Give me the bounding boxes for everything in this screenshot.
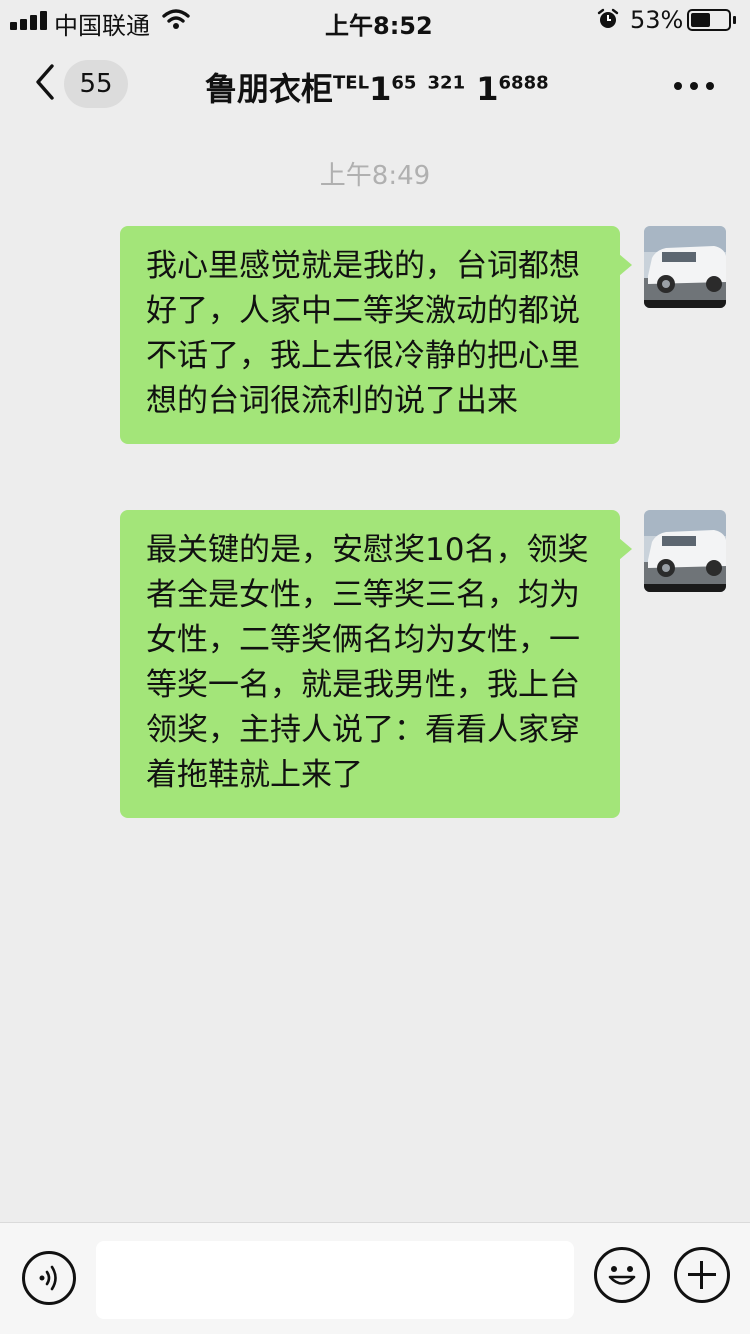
message-input[interactable]: [96, 1241, 574, 1319]
title-tel: TEL: [333, 72, 370, 94]
avatar[interactable]: [644, 510, 726, 592]
chat-input-bar: [0, 1222, 750, 1334]
more-dots-icon[interactable]: [670, 76, 718, 96]
chat-title: 鲁朋衣柜TEL165 321 16888: [205, 64, 549, 110]
message-bubble-2[interactable]: 最关键的是，安慰奖10名，领奖者全是女性，三等奖三名，均为女性，二等奖俩名均为女…: [120, 510, 632, 818]
title-digit: 1: [369, 70, 392, 108]
unread-count-badge[interactable]: 55: [64, 60, 128, 108]
alarm-icon: [597, 8, 619, 28]
battery-icon: [687, 9, 731, 31]
status-time: 上午8:52: [325, 12, 433, 40]
message-timestamp: 上午8:49: [319, 161, 431, 191]
add-icon[interactable]: [674, 1247, 730, 1303]
car-photo-icon: [644, 226, 726, 308]
message-bubble-1[interactable]: 我心里感觉就是我的，台词都想好了，人家中二等奖激动的都说不话了，我上去很冷静的把…: [120, 226, 632, 444]
battery-fill: [691, 13, 710, 27]
avatar[interactable]: [644, 226, 726, 308]
message-text: 最关键的是，安慰奖10名，领奖者全是女性，三等奖三名，均为女性，二等奖俩名均为女…: [120, 510, 632, 818]
car-photo-icon: [644, 510, 726, 592]
title-digits-6888: 6888: [498, 72, 549, 94]
title-digits-321: 321: [427, 72, 466, 94]
message-text: 我心里感觉就是我的，台词都想好了，人家中二等奖激动的都说不话了，我上去很冷静的把…: [120, 226, 632, 444]
title-digit-2: 1: [476, 70, 499, 108]
title-name: 鲁朋衣柜: [205, 70, 334, 108]
voice-icon[interactable]: [22, 1251, 76, 1305]
back-chevron-icon[interactable]: [30, 62, 60, 102]
battery-percent: 53%: [630, 6, 684, 34]
title-digits-65: 65: [391, 72, 417, 94]
carrier-name: 中国联通: [54, 12, 150, 40]
status-bar: 中国联通 上午8:52 53%: [0, 0, 750, 40]
signal-icon: [10, 10, 50, 30]
emoji-icon[interactable]: [594, 1247, 650, 1303]
battery-cap: [733, 16, 736, 24]
chat-header: 55 鲁朋衣柜TEL165 321 16888: [0, 40, 750, 130]
wifi-icon: [162, 9, 190, 29]
